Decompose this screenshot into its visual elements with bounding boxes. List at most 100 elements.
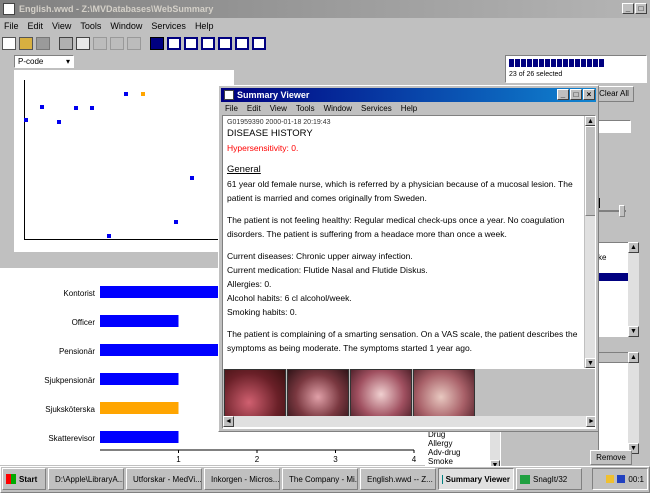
summary-maximize-button[interactable]: □: [570, 89, 582, 100]
scatter-point[interactable]: [24, 118, 28, 122]
app-icon: [3, 3, 15, 15]
scatter-point[interactable]: [40, 105, 44, 109]
general-label: General: [227, 164, 261, 175]
scroll-up-icon[interactable]: ▲: [628, 352, 639, 363]
speaker-icon[interactable]: [606, 475, 615, 483]
task-inkorgen[interactable]: Inkorgen - Micros...: [204, 468, 280, 490]
task-apple-library[interactable]: D:\Apple\LibraryA...: [48, 468, 124, 490]
snagit-icon: [520, 474, 530, 484]
summary-menu-edit[interactable]: Edit: [247, 104, 261, 113]
scatter-point[interactable]: [90, 106, 94, 110]
list-item[interactable]: ke: [598, 253, 606, 262]
summary-scrollbar[interactable]: ▲ ▼: [584, 116, 595, 368]
main-title-bar: English.wwd - Z:\MVDatabases\WebSummary …: [0, 0, 650, 18]
start-label: Start: [19, 474, 38, 484]
scatter-point[interactable]: [174, 220, 178, 224]
thumbnail-hscrollbar[interactable]: ◄ ►: [223, 416, 595, 427]
task-label: D:\Apple\LibraryA...: [55, 474, 124, 484]
copy-icon[interactable]: [110, 36, 124, 50]
maximize-button[interactable]: □: [635, 3, 647, 14]
menu-edit[interactable]: Edit: [28, 21, 44, 31]
cut-icon[interactable]: [93, 36, 107, 50]
smoking-habits: Smoking habits: 0.: [227, 307, 297, 317]
scroll-down-icon[interactable]: ▼: [585, 358, 595, 368]
pcode-value: P-code: [18, 57, 44, 66]
task-label: Inkorgen - Micros...: [211, 474, 280, 484]
scroll-left-icon[interactable]: ◄: [223, 416, 234, 427]
open-folder-icon[interactable]: [19, 36, 33, 50]
task-english-wwd[interactable]: English.wwd -- Z...: [360, 468, 436, 490]
task-summary-viewer[interactable]: Summary Viewer: [438, 468, 514, 490]
summary-menu-services[interactable]: Services: [361, 104, 392, 113]
task-utforskar[interactable]: Utforskar - MedVi...: [126, 468, 202, 490]
pcode-dropdown[interactable]: P-code ▾: [14, 55, 74, 68]
view-2-icon[interactable]: [184, 36, 198, 50]
print-icon[interactable]: [59, 36, 73, 50]
summary-menu-file[interactable]: File: [225, 104, 238, 113]
scroll-up-icon[interactable]: ▲: [585, 116, 595, 126]
scatter-point[interactable]: [124, 92, 128, 96]
menu-view[interactable]: View: [52, 21, 71, 31]
summary-menu-tools[interactable]: Tools: [296, 104, 315, 113]
print-preview-icon[interactable]: [76, 36, 90, 50]
scroll-up-icon[interactable]: ▲: [628, 242, 639, 253]
summary-title: Summary Viewer: [237, 90, 310, 100]
main-title: English.wwd - Z:\MVDatabases\WebSummary: [19, 4, 214, 14]
menu-file[interactable]: File: [4, 21, 19, 31]
task-snagit[interactable]: SnagIt/32: [516, 468, 582, 490]
new-file-icon[interactable]: [2, 36, 16, 50]
summary-viewer-window: Summary Viewer _ □ × File Edit View Tool…: [218, 85, 599, 432]
summary-menu-window[interactable]: Window: [324, 104, 352, 113]
view-4-icon[interactable]: [218, 36, 232, 50]
bar[interactable]: [100, 315, 179, 327]
thumbnail-strip: ◄ ►: [223, 369, 595, 427]
slider-handle[interactable]: [619, 205, 625, 217]
menu-tools[interactable]: Tools: [80, 21, 101, 31]
summary-menu-help[interactable]: Help: [401, 104, 417, 113]
scroll-down-icon[interactable]: ▼: [628, 326, 639, 337]
chart-view-icon[interactable]: [150, 36, 164, 50]
paste-icon[interactable]: [127, 36, 141, 50]
scatter-point[interactable]: [57, 120, 61, 124]
menu-services[interactable]: Services: [151, 21, 186, 31]
scatter-point[interactable]: [74, 106, 78, 110]
clear-all-button[interactable]: Clear All: [594, 86, 634, 102]
summary-menu-view[interactable]: View: [270, 104, 287, 113]
current-diseases: Current diseases: Chronic upper airway i…: [227, 251, 413, 261]
summary-title-bar[interactable]: Summary Viewer _ □ ×: [221, 88, 596, 102]
summary-minimize-button[interactable]: _: [557, 89, 569, 100]
right-input[interactable]: [598, 120, 631, 133]
view-1-icon[interactable]: [167, 36, 181, 50]
summary-close-button[interactable]: ×: [583, 89, 595, 100]
bar[interactable]: [100, 431, 179, 443]
scatter-point[interactable]: [107, 234, 111, 238]
scatter-plot[interactable]: [14, 70, 234, 252]
right-list-scrollbar[interactable]: ▲ ▼: [628, 242, 639, 337]
minimize-button[interactable]: _: [622, 3, 634, 14]
task-company[interactable]: The Company - Mi...: [282, 468, 358, 490]
scatter-point[interactable]: [190, 176, 194, 180]
scatter-point-highlighted[interactable]: [141, 92, 145, 96]
main-menubar: File Edit View Tools Window Services Hel…: [0, 18, 650, 33]
remove-button[interactable]: Remove: [590, 450, 632, 465]
start-button[interactable]: Start: [2, 468, 46, 490]
windows-logo-icon: [6, 474, 16, 484]
right-list-2-scrollbar[interactable]: ▲ ▼: [628, 352, 639, 454]
view-5-icon[interactable]: [235, 36, 249, 50]
bar[interactable]: [100, 402, 179, 414]
bar-x-tick-label: 1: [176, 455, 181, 464]
alcohol-habits: Alcohol habits: 6 cl alcohol/week.: [227, 293, 352, 303]
view-3-icon[interactable]: [201, 36, 215, 50]
menu-window[interactable]: Window: [110, 21, 142, 31]
save-icon[interactable]: [36, 36, 50, 50]
field-list-scrollbar[interactable]: ▼: [490, 430, 500, 470]
bar[interactable]: [100, 373, 179, 385]
scroll-right-icon[interactable]: ►: [586, 416, 595, 427]
network-icon[interactable]: [617, 475, 626, 483]
view-6-icon[interactable]: [252, 36, 266, 50]
menu-help[interactable]: Help: [195, 21, 214, 31]
bar-category-label: Skatterevisor: [48, 434, 95, 443]
scroll-thumb[interactable]: [585, 126, 595, 216]
